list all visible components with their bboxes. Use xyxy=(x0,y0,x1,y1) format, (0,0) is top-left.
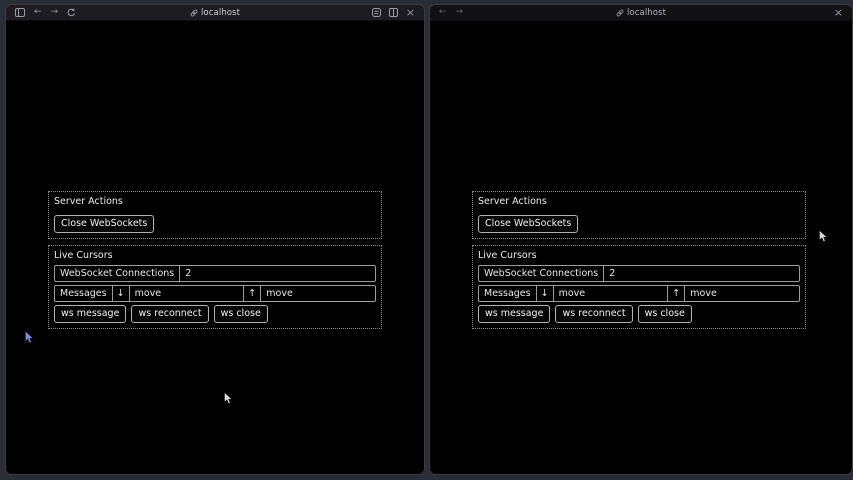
titlebar-left: ← → localhost xyxy=(6,5,424,21)
ws-message-button[interactable]: ws message xyxy=(54,305,126,323)
titlebar-right: ← → localhost × xyxy=(430,5,852,21)
sent-message-value: move xyxy=(261,286,375,301)
desktop: { "desktop": { "background": "#2a2c36" }… xyxy=(0,0,853,480)
messages-row: Messages ↓ move ↑ move xyxy=(54,285,376,302)
ws-buttons-row: ws message ws reconnect ws close xyxy=(478,305,800,323)
ws-close-button[interactable]: ws close xyxy=(214,305,268,323)
browser-window-right: ← → localhost × Server Actions Close Web… xyxy=(429,4,853,475)
connections-label: WebSocket Connections xyxy=(55,266,180,281)
live-cursors-legend: Live Cursors xyxy=(478,250,800,261)
page-url: localhost xyxy=(627,8,666,18)
ws-message-button[interactable]: ws message xyxy=(478,305,550,323)
ws-reconnect-button[interactable]: ws reconnect xyxy=(555,305,632,323)
messages-label: Messages xyxy=(479,286,537,301)
sent-message-value: move xyxy=(685,286,799,301)
connections-row: WebSocket Connections 2 xyxy=(54,265,376,282)
messages-row: Messages ↓ move ↑ move xyxy=(478,285,800,302)
live-cursors-panel: Live Cursors WebSocket Connections 2 Mes… xyxy=(472,245,806,329)
ws-reconnect-button[interactable]: ws reconnect xyxy=(131,305,208,323)
server-actions-panel: Server Actions Close WebSockets xyxy=(472,191,806,239)
arrow-up-icon: ↑ xyxy=(668,286,685,301)
page-url: localhost xyxy=(201,8,240,18)
live-cursors-legend: Live Cursors xyxy=(54,250,376,261)
page-content-left: Server Actions Close WebSockets Live Cur… xyxy=(6,21,424,474)
server-actions-panel: Server Actions Close WebSockets xyxy=(48,191,382,239)
address-bar[interactable]: localhost xyxy=(430,8,852,18)
browser-window-left: ← → localhost xyxy=(5,4,425,475)
messages-label: Messages xyxy=(55,286,113,301)
arrow-down-icon: ↓ xyxy=(537,286,554,301)
split-view-icon[interactable] xyxy=(389,8,398,17)
ws-close-button[interactable]: ws close xyxy=(638,305,692,323)
close-window-icon[interactable]: × xyxy=(406,8,415,17)
page-content-right: Server Actions Close WebSockets Live Cur… xyxy=(430,21,852,474)
received-message-value: move xyxy=(554,286,669,301)
address-bar[interactable]: localhost xyxy=(6,8,424,18)
connections-value: 2 xyxy=(604,266,799,281)
received-message-value: move xyxy=(130,286,245,301)
close-websockets-button[interactable]: Close WebSockets xyxy=(54,215,154,233)
close-websockets-button[interactable]: Close WebSockets xyxy=(478,215,578,233)
link-icon xyxy=(616,9,624,17)
server-actions-legend: Server Actions xyxy=(478,196,800,207)
live-cursors-panel: Live Cursors WebSocket Connections 2 Mes… xyxy=(48,245,382,329)
connections-value: 2 xyxy=(180,266,375,281)
arrow-down-icon: ↓ xyxy=(113,286,130,301)
connections-row: WebSocket Connections 2 xyxy=(478,265,800,282)
arrow-up-icon: ↑ xyxy=(244,286,261,301)
link-icon xyxy=(190,9,198,17)
close-window-icon[interactable]: × xyxy=(834,8,843,17)
connections-label: WebSocket Connections xyxy=(479,266,604,281)
reader-view-icon[interactable] xyxy=(372,8,381,17)
ws-buttons-row: ws message ws reconnect ws close xyxy=(54,305,376,323)
server-actions-legend: Server Actions xyxy=(54,196,376,207)
